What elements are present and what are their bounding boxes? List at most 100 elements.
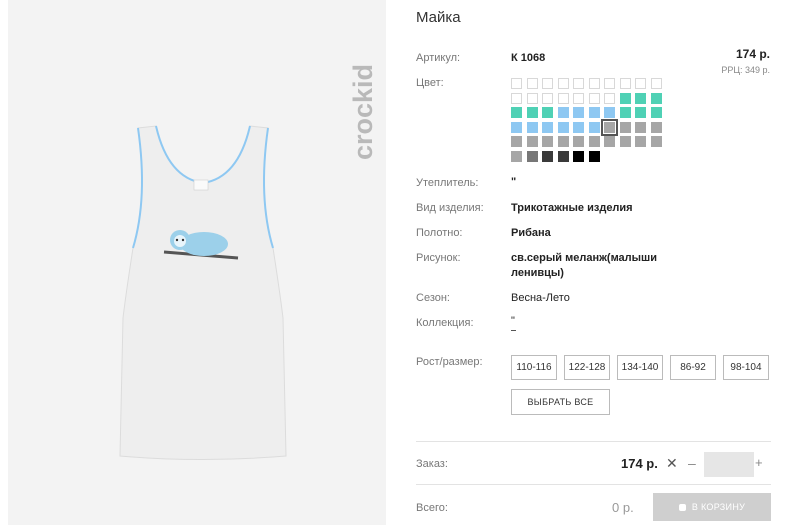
color-swatch[interactable] <box>588 121 600 133</box>
color-swatch[interactable] <box>604 92 615 104</box>
insulation-value: " <box>511 176 517 188</box>
divider <box>416 441 771 442</box>
article-value: К 1068 <box>511 52 546 64</box>
insulation-label: Утеплитель: <box>416 177 479 189</box>
color-swatch[interactable] <box>511 92 522 104</box>
remove-icon[interactable]: ✕ <box>666 455 678 472</box>
color-swatch[interactable] <box>526 136 538 147</box>
quantity-input[interactable] <box>704 452 754 477</box>
cart-icon <box>678 503 686 511</box>
fabric-label: Полотно: <box>416 227 463 239</box>
color-swatch[interactable] <box>650 121 662 133</box>
color-label: Цвет: <box>416 77 444 89</box>
product-title: Майка <box>416 9 461 26</box>
color-swatch[interactable] <box>650 136 662 147</box>
color-swatch[interactable] <box>573 136 584 147</box>
collection-underline <box>511 330 516 331</box>
decrease-button[interactable]: – <box>688 455 696 471</box>
color-swatch[interactable] <box>573 121 584 133</box>
brand-text: crockid <box>348 64 378 160</box>
color-swatch[interactable] <box>619 121 631 133</box>
add-to-cart-label: В КОРЗИНУ <box>691 502 746 512</box>
color-swatch[interactable] <box>526 92 538 104</box>
add-to-cart-button[interactable]: В КОРЗИНУ <box>653 493 771 521</box>
color-swatch[interactable] <box>511 107 522 118</box>
article-label: Артикул: <box>416 52 461 64</box>
color-swatch[interactable] <box>604 136 615 147</box>
color-swatch[interactable] <box>542 78 553 89</box>
color-swatch[interactable] <box>588 107 600 118</box>
fabric-value: Рибана <box>511 227 551 239</box>
product-image-panel: crockid <box>8 0 386 525</box>
product-price: 174 р. <box>735 47 770 61</box>
divider <box>416 484 771 485</box>
color-swatch[interactable] <box>604 78 615 89</box>
color-swatch[interactable] <box>542 92 553 104</box>
color-swatch[interactable] <box>542 121 553 133</box>
item-type-value: Трикотажные изделия <box>511 202 633 214</box>
color-swatch[interactable] <box>650 92 662 104</box>
color-swatch[interactable] <box>557 136 569 147</box>
order-price: 174 р. <box>621 456 658 471</box>
product-details: Майка Артикул: К 1068 174 р. РРЦ: 349 р.… <box>416 0 786 525</box>
season-label: Сезон: <box>416 292 450 304</box>
color-swatch[interactable] <box>650 78 662 89</box>
color-swatch[interactable] <box>604 107 615 118</box>
size-option-134-140[interactable]: 134-140 <box>617 355 663 380</box>
color-swatch[interactable] <box>542 150 553 162</box>
color-swatch[interactable] <box>573 92 584 104</box>
color-swatch[interactable] <box>573 78 584 89</box>
color-swatch[interactable] <box>635 92 646 104</box>
size-option-98-104[interactable]: 98-104 <box>723 355 769 380</box>
color-swatch-selected[interactable] <box>601 118 618 136</box>
color-swatch[interactable] <box>650 107 662 118</box>
color-swatch[interactable] <box>526 78 538 89</box>
color-swatch[interactable] <box>511 78 522 89</box>
color-swatch[interactable] <box>635 121 646 133</box>
total-label: Всего: <box>416 502 448 514</box>
tank-top-image <box>119 125 287 460</box>
color-swatch[interactable] <box>619 92 631 104</box>
collection-label: Коллекция: <box>416 317 474 329</box>
color-swatch[interactable] <box>511 121 522 133</box>
collection-value: " <box>511 315 515 327</box>
size-option-110-116[interactable]: 110-116 <box>511 355 557 380</box>
color-swatch[interactable] <box>557 121 569 133</box>
color-swatch[interactable] <box>526 107 538 118</box>
color-swatch[interactable] <box>557 92 569 104</box>
color-swatch[interactable] <box>526 150 538 162</box>
item-type-label: Вид изделия: <box>416 202 484 214</box>
order-label: Заказ: <box>416 458 448 470</box>
color-swatch[interactable] <box>542 107 553 118</box>
color-swatch[interactable] <box>619 136 631 147</box>
color-swatch[interactable] <box>588 136 600 147</box>
size-option-86-92[interactable]: 86-92 <box>670 355 716 380</box>
size-option-122-128[interactable]: 122-128 <box>564 355 610 380</box>
color-swatch[interactable] <box>511 136 522 147</box>
rrp-price: РРЦ: 349 р. <box>721 65 770 75</box>
color-swatch[interactable] <box>526 121 538 133</box>
crockid-logo: crockid <box>348 64 378 160</box>
color-swatch[interactable] <box>635 107 646 118</box>
pattern-value: св.серый меланж(малыши ленивцы) <box>511 252 657 279</box>
color-swatch[interactable] <box>542 136 553 147</box>
color-swatch[interactable] <box>573 107 584 118</box>
color-swatch[interactable] <box>557 78 569 89</box>
color-swatch[interactable] <box>588 78 600 89</box>
color-swatch[interactable] <box>557 150 569 162</box>
color-swatch[interactable] <box>619 78 631 89</box>
color-swatch[interactable] <box>635 78 646 89</box>
increase-button[interactable]: + <box>755 455 763 470</box>
season-value: Весна-Лето <box>511 292 570 304</box>
size-label: Рост/размер: <box>416 356 483 368</box>
total-value: 0 р. <box>612 500 634 515</box>
select-all-button[interactable]: ВЫБРАТЬ ВСЕ <box>511 389 610 415</box>
pattern-label: Рисунок: <box>416 252 461 264</box>
color-swatch[interactable] <box>511 150 522 162</box>
color-swatch[interactable] <box>635 136 646 147</box>
color-swatch[interactable] <box>588 150 600 162</box>
color-swatch[interactable] <box>557 107 569 118</box>
color-swatch[interactable] <box>588 92 600 104</box>
color-swatch[interactable] <box>619 107 631 118</box>
color-swatch[interactable] <box>573 150 584 162</box>
